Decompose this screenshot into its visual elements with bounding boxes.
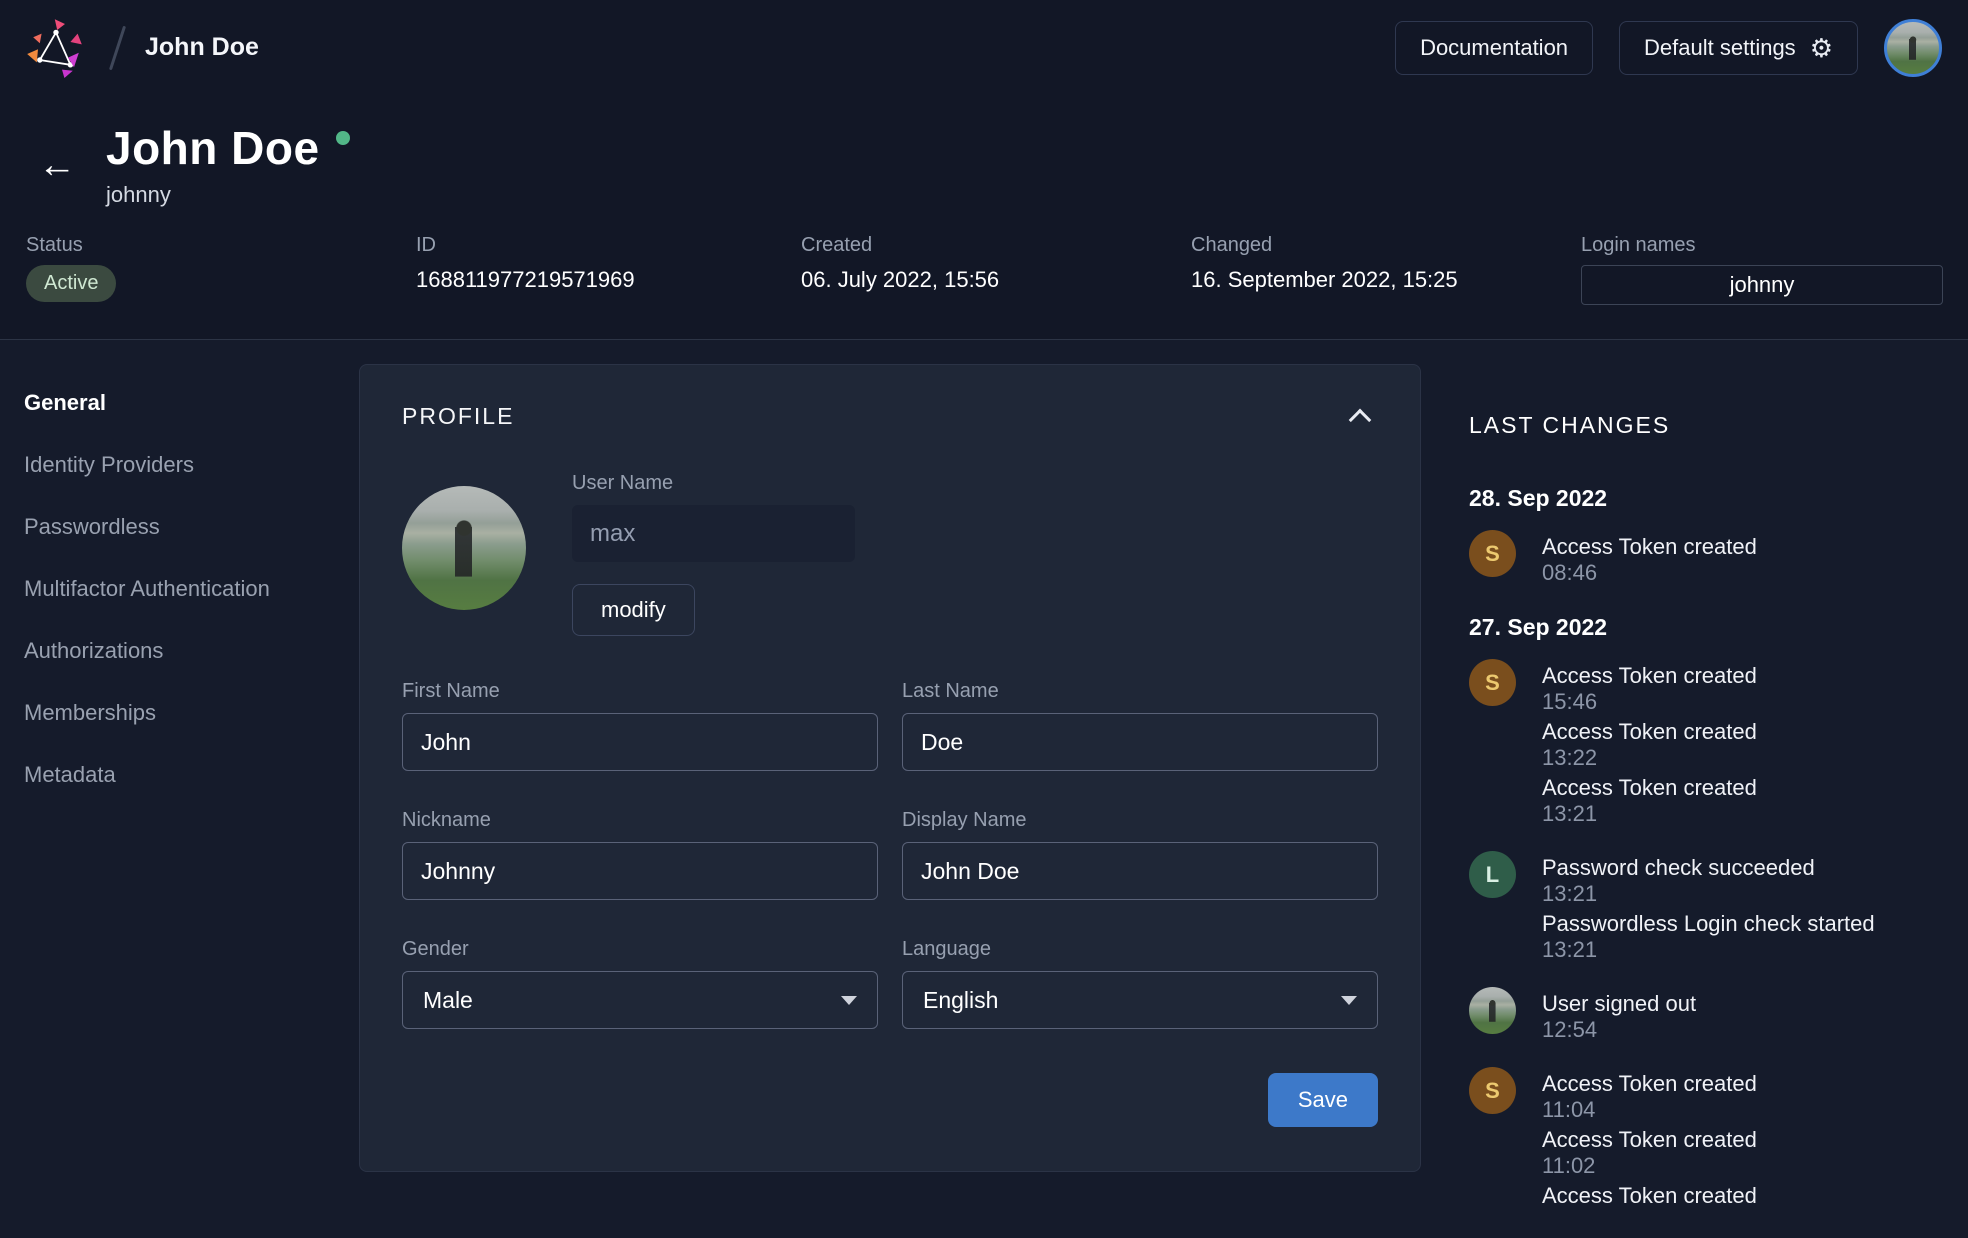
sidebar-item-memberships[interactable]: Memberships [24,700,359,726]
zitadel-logo-icon[interactable] [26,18,86,78]
page-title-row: John Doe [106,121,350,175]
display-name-input[interactable] [902,842,1378,900]
username-input[interactable] [572,505,855,562]
meta-status: Status Active [26,234,416,305]
gender-value: Male [423,987,473,1014]
profile-card: PROFILE User Name modify First Name [359,364,1421,1172]
timeline-group: S Access Token created 11:04 Access Toke… [1469,1071,1944,1213]
created-value: 06. July 2022, 15:56 [801,267,1191,293]
last-changes-panel: LAST CHANGES 28. Sep 2022 S Access Token… [1421,364,1944,1238]
documentation-button[interactable]: Documentation [1395,21,1593,75]
event-avatar-s: S [1469,1067,1516,1114]
sidebar-item-metadata[interactable]: Metadata [24,762,359,788]
changed-label: Changed [1191,234,1581,257]
timeline-date: 28. Sep 2022 [1469,485,1944,512]
chevron-down-icon [1341,996,1357,1005]
event-avatar-l: L [1469,851,1516,898]
chevron-down-icon [841,996,857,1005]
created-label: Created [801,234,1191,257]
nickname-input[interactable] [402,842,878,900]
first-name-input[interactable] [402,713,878,771]
sidebar-item-multifactor-authentication[interactable]: Multifactor Authentication [24,576,359,602]
timeline-event: Password check succeeded 13:21 [1542,855,1875,907]
language-select[interactable]: English [902,971,1378,1029]
gear-icon: ⚙ [1810,35,1833,61]
sidebar-item-general[interactable]: General [24,390,359,416]
username-label: User Name [572,472,855,495]
gender-label: Gender [402,938,878,961]
timeline-event: Access Token created 08:46 [1542,534,1757,586]
status-badge: Active [26,265,116,302]
timeline-group: S Access Token created 08:46 [1469,534,1944,590]
first-name-label: First Name [402,680,878,703]
chevron-up-icon[interactable] [1349,408,1372,431]
timeline-group: S Access Token created 15:46 Access Toke… [1469,663,1944,831]
page-head: ← John Doe johnny Status Active ID 16881… [0,95,1968,339]
timeline-event: Access Token created 11:02 [1542,1127,1757,1179]
meta-login-names: Login names johnny [1581,234,1944,305]
meta-id: ID 168811977219571969 [416,234,801,305]
id-value: 168811977219571969 [416,267,801,293]
event-avatar-s: S [1469,530,1516,577]
user-photo-avatar[interactable] [402,486,526,610]
topbar-actions: Documentation Default settings ⚙ [1395,19,1942,77]
timeline-event: Access Token created [1542,1183,1757,1209]
online-status-dot [336,131,350,145]
last-name-input[interactable] [902,713,1378,771]
language-value: English [923,987,998,1014]
timeline-event: Access Token created 13:21 [1542,775,1757,827]
header-block: John Doe Documentation Default settings … [0,0,1968,340]
meta-changed: Changed 16. September 2022, 15:25 [1191,234,1581,305]
modify-button[interactable]: modify [572,584,695,636]
meta-row: Status Active ID 168811977219571969 Crea… [24,218,1944,305]
last-changes-title: LAST CHANGES [1469,412,1944,439]
event-avatar-s: S [1469,659,1516,706]
event-avatar-photo [1469,987,1516,1034]
timeline-date: 27. Sep 2022 [1469,614,1944,641]
timeline-event: Access Token created 11:04 [1542,1071,1757,1123]
timeline-group: L Password check succeeded 13:21 Passwor… [1469,855,1944,967]
default-settings-button[interactable]: Default settings ⚙ [1619,21,1858,75]
page-title: John Doe [106,121,320,175]
timeline-event: Passwordless Login check started 13:21 [1542,911,1875,963]
timeline-event: Access Token created 13:22 [1542,719,1757,771]
meta-created: Created 06. July 2022, 15:56 [801,234,1191,305]
changed-value: 16. September 2022, 15:25 [1191,267,1581,293]
display-name-label: Display Name [902,809,1378,832]
sidebar-item-passwordless[interactable]: Passwordless [24,514,359,540]
back-button[interactable]: ← [30,146,84,184]
timeline-group: User signed out 12:54 [1469,991,1944,1047]
user-detail-page: John Doe Documentation Default settings … [0,0,1968,1238]
sidebar-item-identity-providers[interactable]: Identity Providers [24,452,359,478]
page-subtitle: johnny [106,182,350,208]
profile-section-title: PROFILE [402,403,514,430]
status-label: Status [26,234,416,257]
timeline-event: User signed out 12:54 [1542,991,1696,1043]
sidebar: General Identity Providers Passwordless … [0,364,359,1238]
topbar: John Doe Documentation Default settings … [0,0,1968,95]
login-names-label: Login names [1581,234,1944,257]
breadcrumb-separator [109,25,126,70]
login-name-chip[interactable]: johnny [1581,265,1943,305]
id-label: ID [416,234,801,257]
documentation-label: Documentation [1420,35,1568,61]
nickname-label: Nickname [402,809,878,832]
content: General Identity Providers Passwordless … [0,340,1968,1238]
sidebar-item-authorizations[interactable]: Authorizations [24,638,359,664]
timeline-event: Access Token created 15:46 [1542,663,1757,715]
breadcrumb-user[interactable]: John Doe [145,33,259,62]
language-label: Language [902,938,1378,961]
gender-select[interactable]: Male [402,971,878,1029]
last-name-label: Last Name [902,680,1378,703]
save-button[interactable]: Save [1268,1073,1378,1127]
profile-avatar[interactable] [1884,19,1942,77]
default-settings-label: Default settings [1644,35,1796,61]
